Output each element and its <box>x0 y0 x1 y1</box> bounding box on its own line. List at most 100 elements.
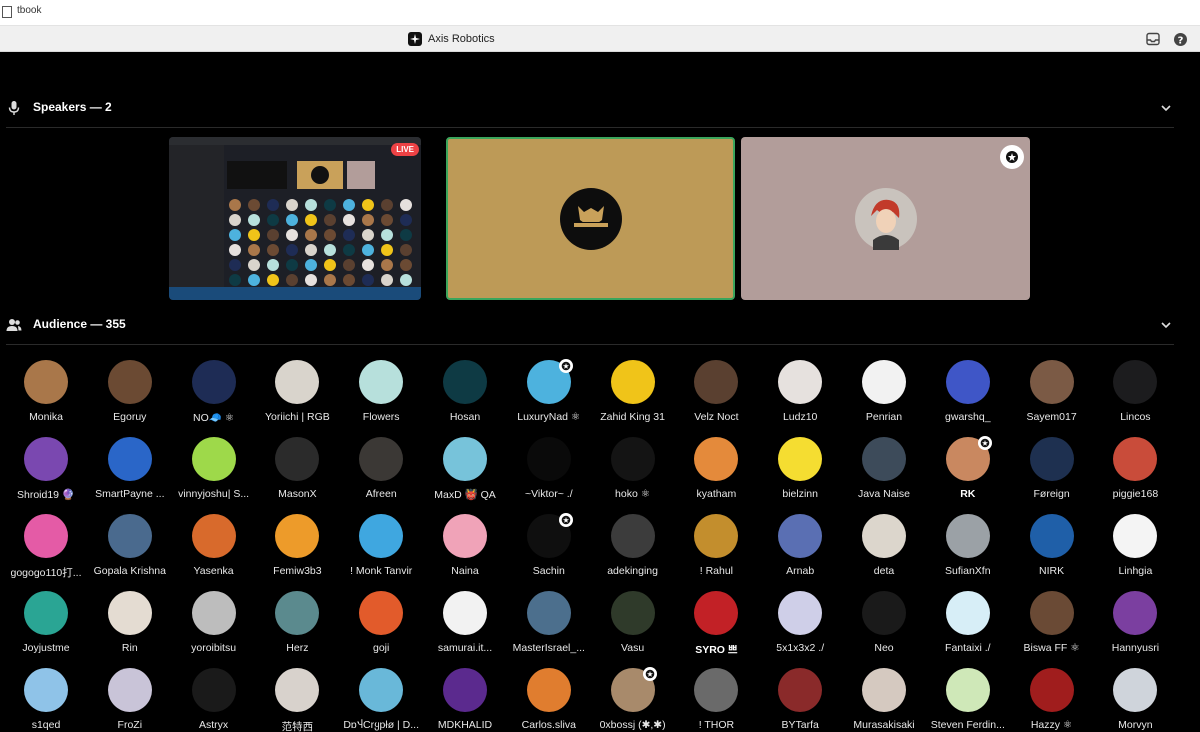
audience-member[interactable]: Rin <box>93 591 167 661</box>
avatar <box>778 360 823 404</box>
window-title-group: Axis Robotics <box>408 32 495 46</box>
audience-member[interactable]: Arnab <box>763 514 837 584</box>
audience-member[interactable]: Fantaixi ./ <box>931 591 1005 661</box>
avatar <box>191 591 236 635</box>
audience-member-name: Sachin <box>532 565 565 577</box>
audience-member[interactable]: MaxD 👹 QA <box>428 437 502 507</box>
audience-member[interactable]: LuxuryNad ⚛ <box>512 359 586 430</box>
chevron-down-icon[interactable] <box>1160 102 1172 114</box>
audience-member[interactable]: Flowers <box>344 360 418 430</box>
audience-member[interactable]: samurai.it... <box>428 591 502 661</box>
audience-member[interactable]: DɒჃCrყpłø | D... <box>343 668 419 732</box>
audience-member[interactable]: 5x1x3x2 ./ <box>763 591 837 661</box>
audience-member[interactable]: ! Rahul <box>679 514 753 584</box>
audience-member[interactable]: Shroid19 🔮 <box>9 437 83 507</box>
audience-member[interactable]: Zahid King 31 <box>596 360 670 430</box>
audience-member[interactable]: SufianXfn <box>931 514 1005 584</box>
mini-avatar <box>229 274 241 286</box>
audience-member[interactable]: gogogo110打... <box>9 514 83 584</box>
audience-member[interactable]: Afreen <box>344 437 418 507</box>
audience-member[interactable]: 0xbossj (✱,✱) <box>596 667 670 732</box>
audience-member[interactable]: vinnyjoshu| S... <box>177 437 251 507</box>
mini-avatar <box>229 199 241 211</box>
speaker-tile-crypto-tiger[interactable] <box>446 137 735 300</box>
audience-member[interactable]: Føreign <box>1015 437 1089 507</box>
audience-member[interactable]: Sayem017 <box>1015 360 1089 430</box>
speaker-tile-red-hair[interactable] <box>741 137 1030 300</box>
audience-member[interactable]: Java Naise <box>847 437 921 507</box>
audience-member[interactable]: kyatham <box>679 437 753 507</box>
audience-member[interactable]: Hosan <box>428 360 502 430</box>
audience-member-name: deta <box>873 565 895 577</box>
audience-member[interactable]: Naina <box>428 514 502 584</box>
audience-member[interactable]: NIRK <box>1015 514 1089 584</box>
audience-member[interactable]: Joyjustme <box>9 591 83 661</box>
audience-member[interactable]: Biswa FF ⚛ <box>1015 591 1089 661</box>
audience-member[interactable]: Gopala Krishna <box>93 514 167 584</box>
audience-member[interactable]: goji <box>344 591 418 661</box>
screen-share-tile[interactable]: LIVE <box>169 137 421 300</box>
audience-member[interactable]: Yoriichi | RGB <box>260 360 334 430</box>
audience-member[interactable]: SYRO 쁘 <box>679 591 753 661</box>
mini-avatar <box>248 229 260 241</box>
audience-member[interactable]: Monika <box>9 360 83 430</box>
audience-member[interactable]: Penrian <box>847 360 921 430</box>
audience-member[interactable]: hoko ⚛ <box>596 437 670 507</box>
audience-member[interactable]: RK <box>931 436 1005 507</box>
audience-member[interactable]: ~Viktor~ ./ <box>512 437 586 507</box>
audience-member[interactable]: Steven Ferdin... <box>931 668 1005 732</box>
browser-tab-title[interactable]: tbook <box>17 5 41 16</box>
audience-member[interactable]: MasterIsrael_... <box>512 591 586 661</box>
audience-member[interactable]: Carlos.sliva <box>512 668 586 732</box>
audience-member[interactable]: piggie168 <box>1098 437 1172 507</box>
chevron-down-icon[interactable] <box>1160 319 1172 331</box>
mini-avatar <box>305 229 317 241</box>
audience-member-name: Afreen <box>365 488 397 500</box>
speakers-header[interactable]: Speakers — 2 <box>0 98 1175 120</box>
help-icon[interactable]: ? <box>1172 31 1188 47</box>
avatar <box>1029 668 1074 712</box>
mini-avatar <box>362 244 374 256</box>
audience-member[interactable]: BYTarfa <box>763 668 837 732</box>
audience-member[interactable]: Lincos <box>1098 360 1172 430</box>
audience-member[interactable]: bielzinn <box>763 437 837 507</box>
audience-member[interactable]: NO🧢 ⚛ <box>177 360 251 430</box>
audience-member-name: Fantaixi ./ <box>945 642 991 654</box>
audience-member[interactable]: Linhgia <box>1098 514 1172 584</box>
audience-member[interactable]: 范特西 <box>260 668 334 732</box>
audience-member[interactable]: Astryx <box>177 668 251 732</box>
audience-member[interactable]: ! THOR <box>679 668 753 732</box>
inbox-icon[interactable] <box>1145 31 1161 47</box>
audience-member-name: 范特西 <box>281 721 314 732</box>
audience-member[interactable]: s1qed <box>9 668 83 732</box>
mini-avatar <box>305 199 317 211</box>
audience-member[interactable]: Hannyusri <box>1098 591 1172 661</box>
audience-member[interactable]: yoroibitsu <box>177 591 251 661</box>
audience-member[interactable]: Hazzy ⚛ <box>1015 668 1089 732</box>
audience-member[interactable]: adekinging <box>596 514 670 584</box>
audience-header[interactable]: Audience — 355 <box>0 315 1175 337</box>
audience-member-name: MaxD 👹 QA <box>434 489 496 501</box>
audience-member[interactable]: Velz Noct <box>679 360 753 430</box>
audience-member[interactable]: FroZi <box>93 668 167 732</box>
audience-member[interactable]: Herz <box>260 591 334 661</box>
audience-member[interactable]: Vasu <box>596 591 670 661</box>
audience-member[interactable]: Yasenka <box>177 514 251 584</box>
audience-member[interactable]: SmartPayne ... <box>93 437 167 507</box>
avatar <box>862 437 906 481</box>
audience-member[interactable]: gwarshq_ <box>931 360 1005 430</box>
audience-member[interactable]: Egoruy <box>93 360 167 430</box>
audience-member[interactable]: deta <box>847 514 921 584</box>
audience-member[interactable]: Ludz10 <box>763 360 837 430</box>
audience-member[interactable]: Neo <box>847 591 921 661</box>
audience-member[interactable]: ! Monk Tanvir <box>344 514 418 584</box>
audience-member[interactable]: MDKHALID <box>428 668 502 732</box>
audience-member[interactable]: Morvyn <box>1098 668 1172 732</box>
audience-member[interactable]: Murasakisaki <box>847 668 921 732</box>
audience-member-name: Femiw3b3 <box>273 565 322 577</box>
audience-member[interactable]: MasonX <box>260 437 334 507</box>
avatar <box>945 591 990 635</box>
audience-member[interactable]: Femiw3b3 <box>260 514 334 584</box>
avatar <box>191 437 236 481</box>
audience-member[interactable]: Sachin <box>512 513 586 584</box>
